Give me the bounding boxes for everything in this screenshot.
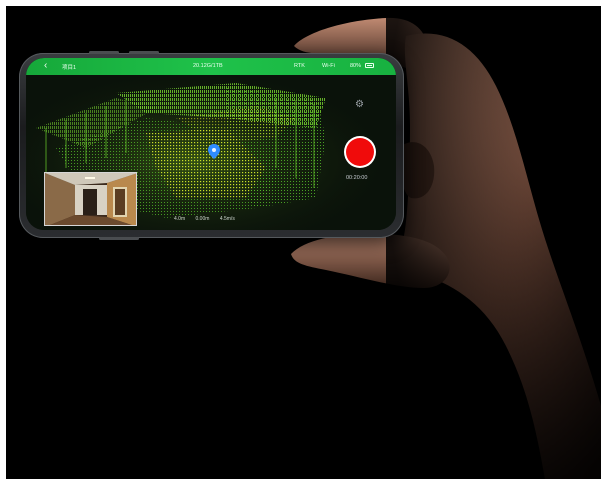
- rtk-indicator: RTK: [294, 63, 305, 69]
- camera-preview-thumbnail[interactable]: [44, 172, 137, 226]
- project-name: 项目1: [62, 65, 77, 71]
- page-frame: ‹ 项目1 20.12G/1TB RTK Wi-Fi 80% ⚙ 00:20:0…: [0, 0, 601, 479]
- storage-indicator: 20.12G/1TB: [193, 63, 223, 69]
- volume-button: [89, 51, 119, 54]
- status-bar: ‹ 项目1 20.12G/1TB RTK Wi-Fi 80%: [26, 58, 396, 75]
- power-button: [99, 237, 139, 240]
- readout-value-1: 4.0m: [174, 216, 186, 222]
- readout-value-3: 4.5m/s: [219, 216, 235, 222]
- record-dot-icon: [346, 138, 374, 166]
- wifi-indicator: Wi-Fi: [322, 63, 335, 69]
- back-chevron-icon[interactable]: ‹: [44, 61, 47, 71]
- record-button[interactable]: [344, 136, 376, 168]
- recording-timer: 00:20:00: [346, 175, 368, 181]
- readout-value-2: 0.00m: [195, 216, 210, 222]
- gear-icon[interactable]: ⚙: [355, 100, 364, 110]
- measurement-readouts: 4.0m 0.00m 4.5m/s: [174, 216, 244, 222]
- volume-button-2: [129, 51, 159, 54]
- battery-icon: [365, 63, 374, 68]
- corridor-image: [45, 173, 136, 225]
- battery-percent: 80%: [350, 63, 362, 69]
- app-screen: ‹ 项目1 20.12G/1TB RTK Wi-Fi 80% ⚙ 00:20:0…: [26, 58, 396, 230]
